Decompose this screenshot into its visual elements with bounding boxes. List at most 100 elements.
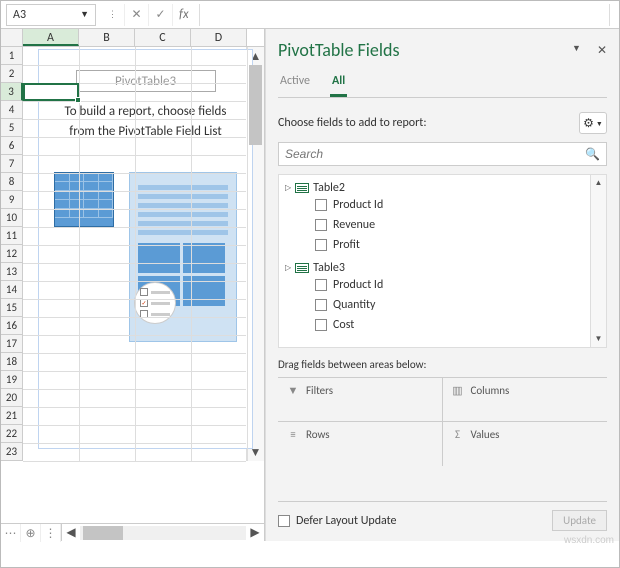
cancel-icon[interactable]: ✕ [125, 4, 149, 26]
field-Cost[interactable]: Cost [285, 315, 584, 335]
values-label: Values [471, 428, 500, 441]
search-icon: 🔍 [585, 147, 600, 162]
scroll-right-icon[interactable]: ▶ [246, 525, 264, 541]
tab-all[interactable]: All [330, 71, 347, 97]
pane-options-icon[interactable]: ▼ [572, 43, 581, 58]
drop-areas: ▼ Filters ▥Columns ≡ Rows ΣValues [278, 377, 607, 466]
rows-area[interactable]: ≡ Rows [278, 422, 443, 466]
choose-fields-label: Choose fields to add to report: [278, 116, 427, 130]
scroll-left-icon[interactable]: ◀ [62, 525, 80, 541]
row-header-16[interactable]: 16 [1, 317, 23, 335]
field-tree[interactable]: ▷Table2Product IdRevenueProfit▷Table3Pro… [278, 174, 591, 348]
row-header-2[interactable]: 2 [1, 65, 23, 83]
pane-title: PivotTable Fields [278, 39, 400, 61]
field-checkbox[interactable] [315, 219, 327, 231]
row-header-23[interactable]: 23 [1, 443, 23, 461]
fl-scroll-down-icon[interactable]: ▼ [591, 331, 606, 347]
name-box-dropdown-icon[interactable]: ▼ [80, 9, 89, 20]
field-Product-Id[interactable]: Product Id [285, 195, 584, 215]
row-header-12[interactable]: 12 [1, 245, 23, 263]
field-checkbox[interactable] [315, 299, 327, 311]
col-header-B[interactable]: B [79, 29, 135, 46]
field-checkbox[interactable] [315, 239, 327, 251]
search-input[interactable] [285, 147, 585, 161]
col-header-D[interactable]: D [191, 29, 247, 46]
watermark: wsxdn.com [564, 535, 614, 546]
row-header-15[interactable]: 15 [1, 299, 23, 317]
rows-label: Rows [306, 428, 330, 441]
filters-area[interactable]: ▼ Filters [278, 378, 443, 422]
row-header-13[interactable]: 13 [1, 263, 23, 281]
illus-table-icon [54, 172, 114, 227]
row-header-3[interactable]: 3 [1, 83, 23, 101]
hscroll-thumb[interactable] [83, 526, 123, 540]
pivottable-placeholder-title: PivotTable3 [76, 70, 216, 92]
field-Product-Id[interactable]: Product Id [285, 275, 584, 295]
name-box[interactable]: A3 ▼ [6, 4, 96, 26]
field-checkbox[interactable] [315, 319, 327, 331]
selected-cell[interactable] [23, 83, 79, 101]
row-header-4[interactable]: 4 [1, 101, 23, 119]
name-box-value: A3 [13, 8, 26, 22]
pivottable-placeholder-msg: To build a report, choose fields from th… [39, 102, 252, 142]
worksheet: ABCD 12345678910111213141516171819202122… [1, 29, 265, 541]
filter-icon: ▼ [286, 384, 300, 397]
update-button[interactable]: Update [552, 510, 607, 531]
row-header-20[interactable]: 20 [1, 389, 23, 407]
fl-scroll-up-icon[interactable]: ▲ [591, 175, 606, 191]
field-checkbox[interactable] [315, 199, 327, 211]
fx-label[interactable]: fx [173, 7, 195, 22]
table-icon [295, 263, 309, 273]
row-header-21[interactable]: 21 [1, 407, 23, 425]
defer-layout-label: Defer Layout Update [296, 514, 397, 528]
gear-icon: ⚙ [583, 116, 594, 131]
tab-active[interactable]: Active [278, 71, 312, 97]
row-header-19[interactable]: 19 [1, 371, 23, 389]
field-Quantity[interactable]: Quantity [285, 295, 584, 315]
field-checkbox[interactable] [315, 279, 327, 291]
field-Profit[interactable]: Profit [285, 235, 584, 255]
pane-close-icon[interactable]: ✕ [597, 43, 607, 58]
row-header-5[interactable]: 5 [1, 119, 23, 137]
filters-label: Filters [306, 384, 333, 397]
row-header-22[interactable]: 22 [1, 425, 23, 443]
formula-bar: A3 ▼ ⋮ ✕ ✓ fx [1, 1, 619, 29]
tab-scroll-icon[interactable]: ⋯ [1, 524, 21, 542]
values-area[interactable]: ΣValues [443, 422, 608, 466]
row-header-6[interactable]: 6 [1, 137, 23, 155]
new-sheet-icon[interactable]: ⊕ [21, 524, 41, 542]
row-header-10[interactable]: 10 [1, 209, 23, 227]
hscroll-track[interactable] [80, 526, 246, 540]
fieldlist-scroll[interactable]: ▲ ▼ [591, 174, 607, 348]
table-node-Table3[interactable]: ▷Table3 [285, 261, 584, 275]
tab-handle-icon[interactable]: ⋮ [41, 524, 61, 542]
formula-input[interactable] [199, 4, 609, 26]
col-header-C[interactable]: C [135, 29, 191, 46]
row-header-8[interactable]: 8 [1, 173, 23, 191]
row-header-1[interactable]: 1 [1, 47, 23, 65]
vscroll-thumb[interactable] [249, 65, 262, 145]
select-all-corner[interactable] [1, 29, 23, 46]
row-header-11[interactable]: 11 [1, 227, 23, 245]
layout-options-button[interactable]: ⚙▼ [579, 112, 607, 134]
enter-icon[interactable]: ✓ [149, 4, 173, 26]
columns-icon: ▥ [451, 384, 465, 397]
cell-grid[interactable]: PivotTable3 To build a report, choose fi… [23, 47, 246, 461]
defer-layout-checkbox[interactable] [278, 515, 290, 527]
row-header-17[interactable]: 17 [1, 335, 23, 353]
row-header-9[interactable]: 9 [1, 191, 23, 209]
rows-icon: ≡ [286, 428, 300, 441]
table-node-Table2[interactable]: ▷Table2 [285, 181, 584, 195]
col-header-A[interactable]: A [23, 29, 79, 46]
chevron-down-icon: ▼ [596, 119, 603, 128]
caret-icon: ▷ [285, 263, 291, 273]
field-search-box[interactable]: 🔍 [278, 142, 607, 166]
columns-area[interactable]: ▥Columns [443, 378, 608, 422]
row-header-14[interactable]: 14 [1, 281, 23, 299]
fb-dropdown-icon[interactable]: ⋮ [101, 4, 125, 26]
formula-expand-icon[interactable] [609, 4, 619, 26]
row-header-7[interactable]: 7 [1, 155, 23, 173]
row-header-18[interactable]: 18 [1, 353, 23, 371]
field-Revenue[interactable]: Revenue [285, 215, 584, 235]
sheet-vscroll[interactable]: ▲ ▼ [246, 47, 264, 461]
